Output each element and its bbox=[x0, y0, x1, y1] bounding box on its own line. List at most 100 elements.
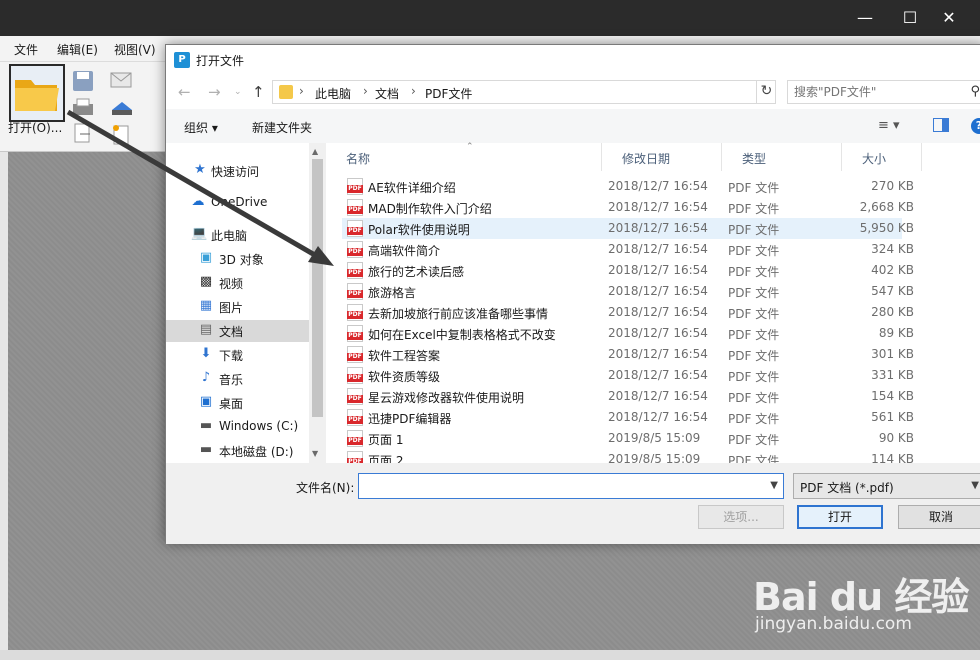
nav-item-quick-access[interactable]: ★ 快速访问 bbox=[166, 160, 309, 182]
nav-item-documents[interactable]: ▤ 文档 bbox=[166, 320, 309, 342]
file-type: PDF 文件 bbox=[728, 307, 780, 321]
help-icon[interactable]: ? bbox=[971, 118, 980, 134]
new-folder-button[interactable]: 新建文件夹 bbox=[252, 119, 312, 136]
open-file-button[interactable] bbox=[9, 64, 65, 122]
file-date: 2018/12/7 16:54 bbox=[608, 263, 708, 277]
file-row[interactable]: PDF 迅捷PDF编辑器 2018/12/7 16:54 PDF 文件 561 KB bbox=[342, 407, 914, 428]
back-arrow-icon[interactable]: ← bbox=[178, 83, 191, 101]
nav-item-this-pc[interactable]: 💻 此电脑 bbox=[166, 224, 309, 246]
file-row[interactable]: PDF 旅游格言 2018/12/7 16:54 PDF 文件 547 KB bbox=[342, 281, 914, 302]
scan-icon[interactable] bbox=[108, 96, 138, 120]
scroll-up-icon[interactable]: ▲ bbox=[312, 147, 318, 156]
search-icon[interactable]: ⚲ bbox=[970, 84, 980, 99]
dialog-footer: 文件名(N): ▼ PDF 文档 (*.pdf) ▼ 选项... 打开 取消 bbox=[166, 463, 980, 544]
menu-edit[interactable]: 编辑(E) bbox=[57, 41, 98, 58]
column-header-size[interactable]: 大小 bbox=[842, 143, 922, 171]
cancel-button[interactable]: 取消 bbox=[898, 505, 980, 529]
breadcrumb-pdf-folder[interactable]: PDF文件 bbox=[425, 85, 472, 102]
email-icon[interactable] bbox=[108, 68, 138, 92]
file-type: PDF 文件 bbox=[728, 244, 780, 258]
nav-item-drive-d[interactable]: ▬ 本地磁盘 (D:) bbox=[166, 440, 309, 462]
chevron-right-icon[interactable]: › bbox=[299, 84, 304, 98]
search-box[interactable]: ⚲ bbox=[787, 80, 980, 104]
file-row[interactable]: PDF Polar软件使用说明 2018/12/7 16:54 PDF 文件 5,950… bbox=[342, 218, 914, 239]
file-row[interactable]: PDF 页面 1 2019/8/5 15:09 PDF 文件 90 KB bbox=[342, 428, 914, 449]
nav-item-downloads[interactable]: ⬇ 下载 bbox=[166, 344, 309, 366]
menu-view[interactable]: 视图(V) bbox=[114, 41, 156, 58]
file-row[interactable]: PDF 星云游戏修改器软件使用说明 2018/12/7 16:54 PDF 文件 154… bbox=[342, 386, 914, 407]
filetype-select[interactable]: PDF 文档 (*.pdf) ▼ bbox=[793, 473, 980, 499]
nav-item-videos[interactable]: ▩ 视频 bbox=[166, 272, 309, 294]
forward-arrow-icon[interactable]: → bbox=[208, 83, 221, 101]
file-date: 2018/12/7 16:54 bbox=[608, 221, 708, 235]
file-row[interactable]: PDF 旅行的艺术读后感 2018/12/7 16:54 PDF 文件 402 KB bbox=[342, 260, 914, 281]
file-size: 154 KB bbox=[871, 389, 914, 403]
baidu-watermark: Bai du 经验 jingyan.baidu.com bbox=[745, 560, 975, 650]
file-size: 5,950 KB bbox=[859, 221, 914, 235]
file-row[interactable]: PDF MAD制作软件入门介绍 2018/12/7 16:54 PDF 文件 2,668… bbox=[342, 197, 914, 218]
filename-label: 文件名(N): bbox=[296, 481, 355, 495]
nav-item-drive-c[interactable]: ▬ Windows (C:) bbox=[166, 416, 309, 438]
scroll-thumb[interactable] bbox=[312, 159, 323, 417]
nav-item-3d-objects[interactable]: ▣ 3D 对象 bbox=[166, 248, 309, 270]
scroll-down-icon[interactable]: ▼ bbox=[312, 449, 318, 458]
column-type-label: 类型 bbox=[742, 152, 767, 166]
file-row[interactable]: PDF 软件资质等级 2018/12/7 16:54 PDF 文件 331 KB bbox=[342, 365, 914, 386]
up-arrow-icon[interactable]: ↑ bbox=[252, 83, 265, 101]
file-row[interactable]: PDF 如何在Excel中复制表格格式不改变 2018/12/7 16:54 PDF … bbox=[342, 323, 914, 344]
organize-button[interactable]: 组织 ▾ bbox=[184, 119, 218, 136]
file-list: 名称 ⌃ 修改日期 类型 大小 PDF AE软件详细介绍 2018/12/7 16:… bbox=[326, 142, 980, 468]
file-row[interactable]: PDF 软件工程答案 2018/12/7 16:54 PDF 文件 301 KB bbox=[342, 344, 914, 365]
dialog-titlebar: P 打开文件 bbox=[166, 45, 980, 75]
nav-item-desktop[interactable]: ▣ 桌面 bbox=[166, 392, 309, 414]
column-header-date[interactable]: 修改日期 bbox=[602, 143, 722, 171]
navigation-pane: ★ 快速访问 ☁ OneDrive 💻 此电脑 ▣ 3D 对象 ▩ 视频 ▦ 图… bbox=[166, 143, 326, 463]
minimize-button[interactable]: — bbox=[848, 6, 882, 30]
filename-input[interactable] bbox=[363, 474, 763, 498]
chevron-right-icon[interactable]: › bbox=[363, 84, 368, 98]
view-options-icon[interactable]: ≡ ▾ bbox=[878, 118, 900, 133]
nav-scrollbar[interactable]: ▲ ▼ bbox=[309, 143, 326, 463]
filename-field[interactable]: ▼ bbox=[358, 473, 784, 499]
nav-label: 本地磁盘 (D:) bbox=[219, 445, 294, 459]
recent-chevron-icon[interactable]: ⌄ bbox=[234, 87, 242, 97]
address-bar[interactable]: › 此电脑 › 文档 › PDF文件 ▼ bbox=[272, 80, 851, 104]
new-document-icon[interactable] bbox=[108, 122, 138, 148]
pdf-file-icon: PDF bbox=[347, 409, 363, 426]
download-icon: ⬇ bbox=[200, 346, 212, 361]
file-size: 402 KB bbox=[871, 263, 914, 277]
menu-file[interactable]: 文件 bbox=[14, 41, 38, 58]
file-size: 89 KB bbox=[878, 326, 914, 340]
nav-item-music[interactable]: ♪ 音乐 bbox=[166, 368, 309, 390]
maximize-button[interactable]: ☐ bbox=[893, 6, 927, 30]
chevron-down-icon[interactable]: ▼ bbox=[770, 480, 778, 491]
nav-item-pictures[interactable]: ▦ 图片 bbox=[166, 296, 309, 318]
file-type: PDF 文件 bbox=[728, 202, 780, 216]
column-header-name[interactable]: 名称 ⌃ bbox=[326, 142, 602, 171]
preview-pane-icon[interactable] bbox=[933, 118, 949, 132]
print-icon[interactable] bbox=[70, 96, 96, 120]
options-button[interactable]: 选项... bbox=[698, 505, 784, 529]
file-row[interactable]: PDF 高端软件简介 2018/12/7 16:54 PDF 文件 324 KB bbox=[342, 239, 914, 260]
search-input[interactable] bbox=[794, 81, 964, 103]
save-icon[interactable] bbox=[70, 68, 96, 94]
file-row[interactable]: PDF 去新加坡旅行前应该准备哪些事情 2018/12/7 16:54 PDF 文件 2… bbox=[342, 302, 914, 323]
breadcrumb-documents[interactable]: 文档 bbox=[375, 85, 399, 102]
pdf-file-icon: PDF bbox=[347, 262, 363, 279]
pdf-file-icon: PDF bbox=[347, 220, 363, 237]
close-button[interactable]: ✕ bbox=[932, 6, 966, 30]
nav-item-onedrive[interactable]: ☁ OneDrive bbox=[166, 192, 309, 214]
breadcrumb-this-pc[interactable]: 此电脑 bbox=[315, 85, 351, 102]
column-header-type[interactable]: 类型 bbox=[722, 143, 842, 171]
refresh-icon[interactable]: ↻ bbox=[756, 80, 776, 104]
file-row[interactable]: PDF AE软件详细介绍 2018/12/7 16:54 PDF 文件 270 KB bbox=[342, 176, 914, 197]
open-button[interactable]: 打开 bbox=[797, 505, 883, 529]
filetype-value: PDF 文档 (*.pdf) bbox=[800, 481, 894, 495]
file-size: 324 KB bbox=[871, 242, 914, 256]
chevron-down-icon: ▼ bbox=[971, 480, 979, 491]
export-icon[interactable] bbox=[70, 122, 96, 146]
chevron-right-icon[interactable]: › bbox=[411, 84, 416, 98]
file-type: PDF 文件 bbox=[728, 412, 780, 426]
file-date: 2018/12/7 16:54 bbox=[608, 410, 708, 424]
nav-label: 此电脑 bbox=[211, 229, 248, 243]
